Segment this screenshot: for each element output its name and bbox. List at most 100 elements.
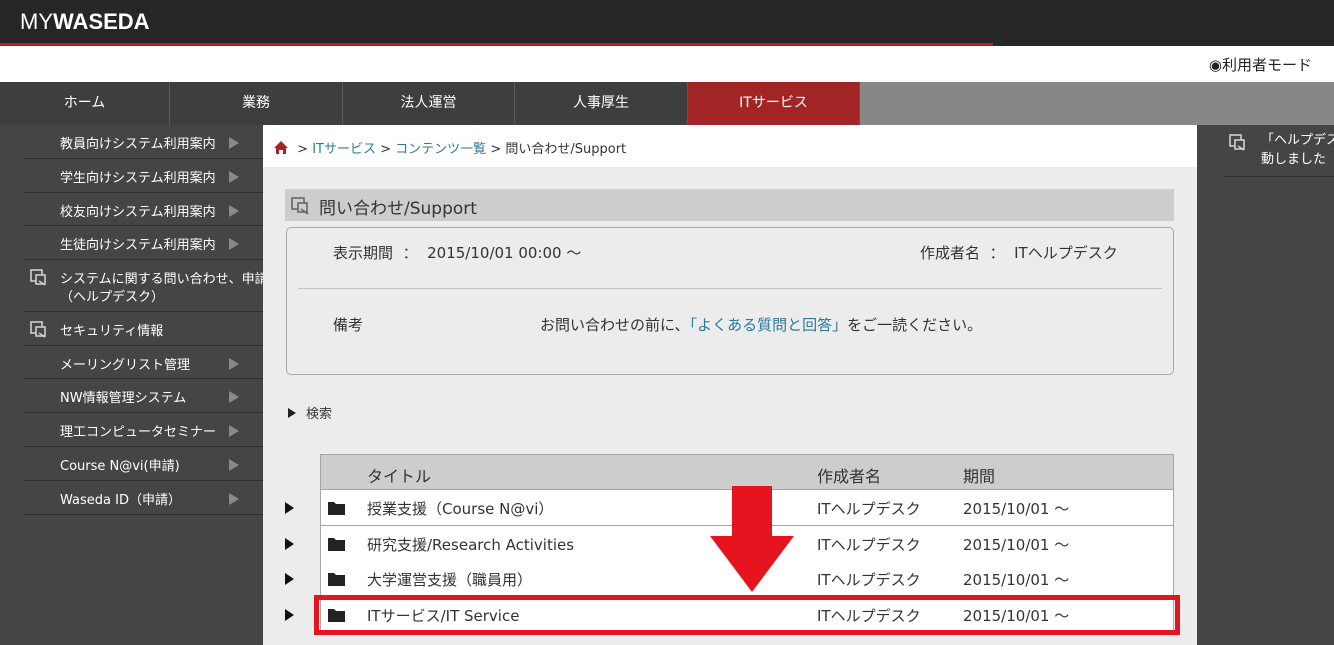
arrow-right-icon: [229, 137, 239, 149]
expand-row-icon[interactable]: [285, 538, 294, 550]
arrow-right-icon: [229, 358, 239, 370]
folder-icon: [328, 501, 345, 519]
row-title[interactable]: 研究支援/Research Activities: [367, 534, 574, 555]
arrow-right-icon: [229, 391, 239, 403]
sidebar-item-computer-seminar[interactable]: 理工コンピュータセミナー: [23, 413, 263, 447]
page-link-icon: [30, 269, 48, 291]
row-author: ITヘルプデスク: [817, 571, 921, 589]
breadcrumb: > ITサービス > コンテンツ一覧 > 問い合わせ/Support: [263, 125, 1197, 167]
logo-waseda: WASEDA: [53, 9, 150, 34]
sidebar-item-helpdesk[interactable]: システムに関する問い合わせ、申請 （ヘルプデスク）: [23, 260, 263, 312]
col-author[interactable]: 作成者名: [817, 463, 881, 487]
folder-icon: [328, 537, 345, 555]
breadcrumb-sep: >: [297, 142, 309, 157]
sidebar-item-label: 学生向けシステム利用案内: [60, 171, 216, 186]
home-icon[interactable]: [273, 140, 289, 159]
breadcrumb-it-service[interactable]: ITサービス: [312, 142, 376, 157]
colon: ：: [402, 244, 418, 262]
expand-row-icon[interactable]: [285, 502, 294, 514]
breadcrumb-sep: >: [380, 142, 392, 157]
row-period: 2015/10/01 〜: [963, 536, 1070, 554]
note-suffix: をご一読ください。: [847, 316, 983, 334]
sidebar-item-label: Waseda ID（申請）: [60, 493, 181, 508]
sidebar-item-label: Course N@vi(申請): [60, 459, 180, 474]
expand-row-icon[interactable]: [285, 573, 294, 585]
sidebar-item-faculty-guide[interactable]: 教員向けシステム利用案内: [23, 125, 263, 159]
period-label: 表示期間: [333, 244, 394, 262]
folder-icon: [328, 572, 345, 590]
sidebar-item-security[interactable]: セキュリティ情報: [23, 312, 263, 346]
author-label: 作成者名: [920, 244, 981, 262]
info-box: 表示期間 ： 2015/10/01 00:00 〜 作成者名 ： ITヘルプデス…: [286, 227, 1174, 375]
sidebar: 教員向けシステム利用案内 学生向けシステム利用案内 校友向けシステム利用案内 生…: [0, 125, 263, 645]
main-nav: ホーム 業務 法人運営 人事厚生 ITサービス: [0, 82, 1334, 125]
sidebar-item-label: システムに関する問い合わせ、申請: [60, 272, 263, 287]
author: 作成者名 ： ITヘルプデスク: [920, 242, 1118, 263]
notice-text: 「ヘルプデス 動しました: [1261, 131, 1334, 169]
faq-link[interactable]: 「よくある質問と回答」: [690, 316, 848, 334]
nav-tab-corporate[interactable]: 法人運営: [343, 82, 515, 125]
triangle-right-icon: [288, 408, 296, 418]
row-author: ITヘルプデスク: [817, 500, 921, 518]
breadcrumb-sep: >: [490, 142, 502, 157]
row-title[interactable]: 授業支援（Course N@vi）: [367, 498, 553, 519]
note-label: 備考: [333, 316, 364, 334]
period-value: 2015/10/01 00:00 〜: [427, 244, 582, 262]
nav-tab-hr[interactable]: 人事厚生: [515, 82, 688, 125]
divider: [298, 288, 1162, 289]
note-text: お問い合わせの前に、「よくある質問と回答」をご一読ください。: [540, 314, 982, 335]
sidebar-item-mailing-list[interactable]: メーリングリスト管理: [23, 346, 263, 379]
row-author: ITヘルプデスク: [817, 536, 921, 554]
sidebar-item-pupil-guide[interactable]: 生徒向けシステム利用案内: [23, 226, 263, 260]
sidebar-item-label: 生徒向けシステム利用案内: [60, 238, 216, 253]
sidebar-item-label: 校友向けシステム利用案内: [60, 205, 216, 220]
search-toggle[interactable]: 検索: [288, 403, 332, 422]
page-link-icon: [1229, 134, 1247, 156]
page-title-text: 問い合わせ/Support: [319, 199, 477, 219]
note-prefix: お問い合わせの前に、: [540, 316, 690, 334]
arrow-right-icon: [229, 493, 239, 505]
col-title[interactable]: タイトル: [367, 463, 431, 487]
arrow-right-icon: [229, 205, 239, 217]
sidebar-item-label: メーリングリスト管理: [60, 358, 191, 373]
nav-tab-it-service[interactable]: ITサービス: [688, 82, 860, 125]
breadcrumb-current: 問い合わせ/Support: [505, 142, 627, 157]
search-label: 検索: [306, 407, 333, 422]
user-mode-toggle[interactable]: ◉利用者モード: [1209, 54, 1312, 75]
page-link-icon: [291, 197, 311, 220]
expand-row-icon[interactable]: [285, 609, 294, 621]
author-value: ITヘルプデスク: [1014, 244, 1118, 262]
notice-line-1: 「ヘルプデス: [1261, 133, 1334, 148]
sidebar-item-label: 理工コンピュータセミナー: [60, 425, 217, 440]
arrow-right-icon: [229, 459, 239, 471]
arrow-down-icon: [710, 486, 794, 596]
arrow-right-icon: [229, 171, 239, 183]
row-period: 2015/10/01 〜: [963, 500, 1070, 518]
right-panel: 「ヘルプデス 動しました: [1197, 125, 1334, 645]
mode-row: ◉利用者モード: [0, 46, 1334, 82]
row-title[interactable]: 大学運営支援（職員用）: [367, 569, 532, 590]
notice-item[interactable]: 「ヘルプデス 動しました: [1223, 125, 1334, 177]
nav-tab-home[interactable]: ホーム: [0, 82, 170, 125]
nav-tab-business[interactable]: 業務: [170, 82, 343, 125]
breadcrumb-content-list[interactable]: コンテンツ一覧: [395, 142, 486, 157]
sidebar-item-nw-management[interactable]: NW情報管理システム: [23, 379, 263, 413]
sidebar-item-student-guide[interactable]: 学生向けシステム利用案内: [23, 159, 263, 193]
highlight-box: [314, 595, 1180, 635]
row-period: 2015/10/01 〜: [963, 571, 1070, 589]
sidebar-item-course-navi[interactable]: Course N@vi(申請): [23, 447, 263, 481]
display-period: 表示期間 ： 2015/10/01 00:00 〜: [333, 242, 581, 263]
col-period[interactable]: 期間: [963, 463, 995, 487]
top-bar: MYWASEDA: [0, 0, 1334, 46]
table-header: タイトル 作成者名 期間: [320, 454, 1174, 490]
arrow-right-icon: [229, 238, 239, 250]
arrow-right-icon: [229, 425, 239, 437]
notice-line-2: 動しました: [1261, 152, 1327, 167]
logo-my: MY: [20, 9, 53, 34]
sidebar-item-waseda-id[interactable]: Waseda ID（申請）: [23, 481, 263, 515]
sidebar-item-label: 教員向けシステム利用案内: [60, 137, 216, 152]
sidebar-item-label: セキュリティ情報: [60, 324, 164, 339]
logo[interactable]: MYWASEDA: [20, 9, 150, 35]
page-title: 問い合わせ/Support: [285, 189, 1174, 221]
sidebar-item-alumni-guide[interactable]: 校友向けシステム利用案内: [23, 193, 263, 226]
